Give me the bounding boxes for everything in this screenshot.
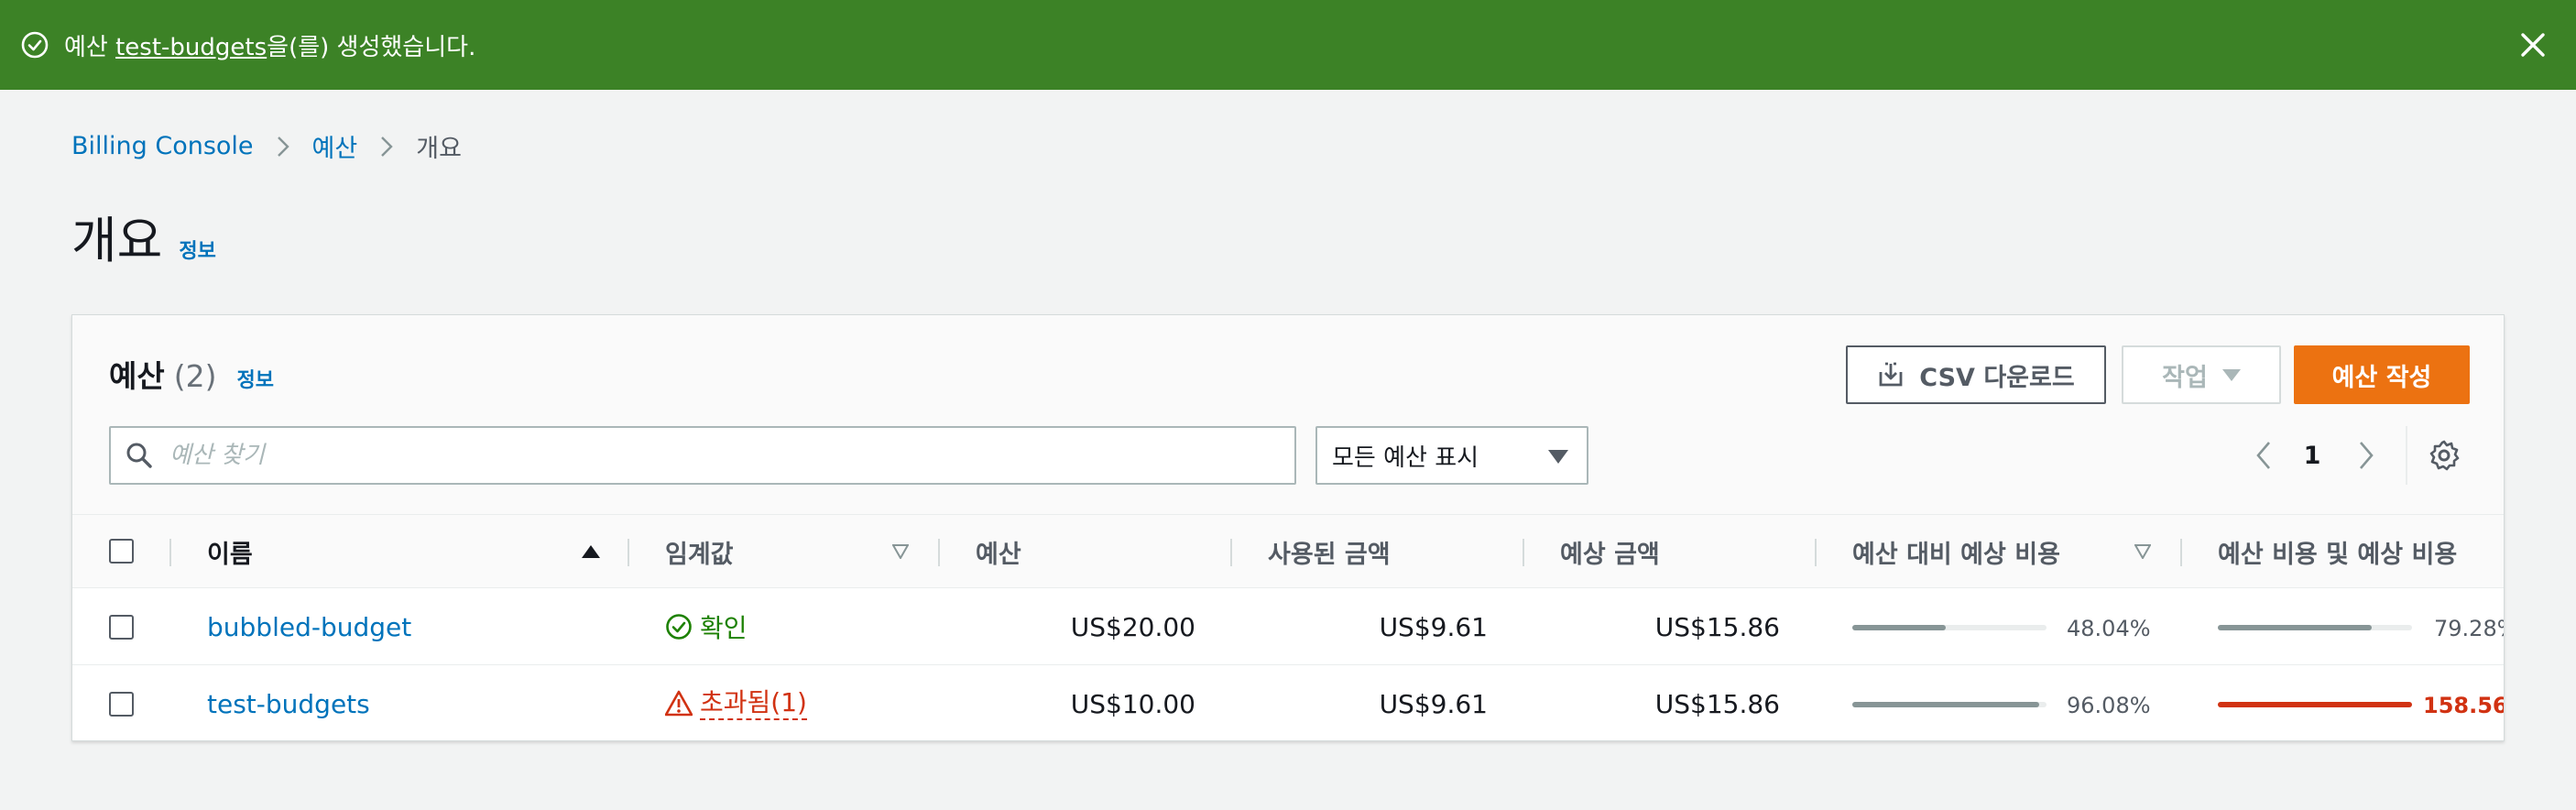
budget-name-cell: bubbled-budget [207,588,411,665]
column-separator [1815,539,1817,566]
csv-download-label: CSV 다운로드 [1919,363,2075,392]
used-amount: US$9.61 [1379,611,1488,642]
caret-down-icon [2221,368,2241,381]
breadcrumb-current: 개요 [416,135,462,163]
create-budget-button[interactable]: 예산 작성 [2294,345,2470,404]
success-flash-banner: 예산 test-budgets을(를) 생성했습니다. [0,0,2576,90]
actions-label: 작업 [2162,363,2208,392]
column-header-threshold[interactable]: 임계값 [665,515,734,588]
panel-title: 예산 (2) 정보 [109,352,274,396]
close-icon[interactable] [2517,29,2549,60]
budget-amount: US$20.00 [1070,611,1195,642]
column-header-cost-and-forecast[interactable]: 예산 비용 및 예상 비용 [2218,515,2457,588]
chevron-right-icon [377,133,396,160]
select-all-checkbox[interactable] [109,539,134,564]
column-separator [938,539,940,566]
cost-and-forecast-percent: 158.56% [2423,693,2504,718]
budget-name-link[interactable]: test-budgets [207,689,370,719]
check-circle-icon [665,613,693,640]
column-separator [628,539,629,566]
cost-and-forecast-bar [2218,625,2412,630]
flash-budget-link[interactable]: test-budgets [115,34,267,61]
sort-descending-icon[interactable] [892,544,909,559]
actions-dropdown-button[interactable]: 작업 [2122,345,2281,404]
forecast-amount: US$15.86 [1654,611,1780,642]
forecast-vs-budget-percent: 48.04% [2067,616,2151,641]
panel-count: (2) [173,358,217,394]
caret-down-icon [1548,450,1568,464]
threshold-status: 확인 [665,588,748,665]
gear-icon[interactable] [2428,439,2461,472]
search-icon [126,442,153,469]
column-header-forecast[interactable]: 예상 금액 [1560,515,1660,588]
chevron-right-icon [2360,442,2374,469]
column-header-name[interactable]: 이름 [207,515,253,588]
flash-message: 예산 test-budgets을(를) 생성했습니다. [64,33,476,61]
budget-amount: US$10.00 [1070,688,1195,719]
page-header: 개요 정보 [71,200,216,272]
table-row: test-budgets 초과됨(1) US$10.00 US$9.61 US$… [72,665,2504,740]
budget-name-link[interactable]: bubbled-budget [207,612,411,642]
progress-fill [1852,625,1946,630]
row-checkbox[interactable] [109,692,134,717]
sort-ascending-icon[interactable] [582,545,600,558]
panel-info-link[interactable]: 정보 [236,364,273,393]
next-page-button[interactable] [2352,426,2379,485]
forecast-vs-budget-bar [1852,625,2047,630]
cost-and-forecast-percent: 79.28% [2434,616,2504,641]
budgets-table-panel: 예산 (2) 정보 CSV 다운로드 작업 예산 작성 모든 예산 표시 1 [71,314,2505,741]
threshold-status[interactable]: 초과됨(1) [665,665,807,740]
breadcrumb-budgets[interactable]: 예산 [312,128,358,164]
forecast-vs-budget-bar [1852,702,2047,707]
column-separator [169,539,171,566]
row-checkbox[interactable] [109,615,134,640]
column-separator [1523,539,1524,566]
column-separator [2180,539,2182,566]
breadcrumb-billing-console[interactable]: Billing Console [71,132,254,160]
budget-filter-value: 모든 예산 표시 [1332,443,1479,472]
progress-fill [2218,625,2373,630]
search-box [109,426,1296,485]
sort-descending-icon[interactable] [2134,544,2151,559]
progress-fill [1852,702,2039,707]
forecast-vs-budget-percent: 96.08% [2067,693,2151,718]
column-header-forecast-vs-budget[interactable]: 예산 대비 예상 비용 [1852,515,2060,588]
chevron-left-icon [2256,442,2270,469]
table-header: 이름 임계값 예산 사용된 금액 예상 금액 예산 대비 예상 비용 예산 비용… [72,515,2504,588]
pager-divider [2406,426,2407,485]
cost-and-forecast-bar [2218,702,2412,707]
csv-download-button[interactable]: CSV 다운로드 [1846,345,2106,404]
create-budget-label: 예산 작성 [2331,363,2432,392]
search-input[interactable] [169,442,1294,469]
chevron-right-icon [274,133,292,160]
download-icon [1877,361,1905,389]
column-header-used[interactable]: 사용된 금액 [1268,515,1391,588]
budget-filter-select[interactable]: 모든 예산 표시 [1315,426,1588,485]
breadcrumb: Billing Console 예산 개요 [71,128,462,164]
used-amount: US$9.61 [1379,688,1488,719]
progress-fill [2218,702,2412,707]
warning-icon [665,690,693,717]
page-number-1[interactable]: 1 [2298,426,2326,485]
page-title: 개요 [71,212,163,269]
budget-name-cell: test-budgets [207,665,370,740]
check-circle-icon [20,30,49,60]
panel-title-text: 예산 [109,358,165,394]
column-header-budget[interactable]: 예산 [976,515,1021,588]
page-info-link[interactable]: 정보 [179,235,215,264]
forecast-amount: US$15.86 [1654,688,1780,719]
column-separator [1230,539,1232,566]
previous-page-button[interactable] [2251,426,2278,485]
table-row: bubbled-budget 확인 US$20.00 US$9.61 US$15… [72,588,2504,665]
